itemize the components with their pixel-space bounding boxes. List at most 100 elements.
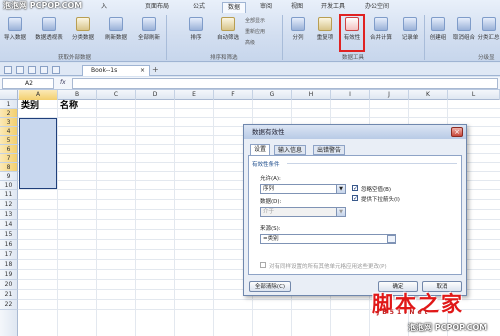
- row-header-7[interactable]: 7: [0, 154, 18, 163]
- consolidate-button[interactable]: 合并计算: [367, 16, 395, 52]
- tab-data[interactable]: 数据: [222, 2, 246, 13]
- row-header-5[interactable]: 5: [0, 136, 18, 145]
- row-header-10[interactable]: 10: [0, 181, 18, 190]
- tab-page-layout[interactable]: 页面布局: [140, 2, 174, 12]
- row-header-21[interactable]: 21: [0, 290, 18, 300]
- document-tab-bar: Book--1s × +: [0, 63, 500, 76]
- row-header-15[interactable]: 15: [0, 230, 18, 240]
- ignore-blank-checkbox[interactable]: ✓: [352, 185, 358, 192]
- advanced-filter-button[interactable]: 高级: [245, 39, 255, 46]
- row-header-19[interactable]: 19: [0, 270, 18, 280]
- range-select-icon[interactable]: [387, 235, 396, 243]
- allow-select-value: 序列: [263, 186, 275, 192]
- tab-review[interactable]: 审阅: [255, 2, 277, 12]
- pivot-table-button[interactable]: 数据透视表: [34, 16, 64, 52]
- row-header-11[interactable]: 11: [0, 190, 18, 200]
- group-button[interactable]: 创建组: [426, 16, 450, 52]
- selected-range[interactable]: [19, 118, 57, 189]
- column-header-c[interactable]: C: [97, 90, 136, 100]
- row-header-20[interactable]: 20: [0, 280, 18, 290]
- tab-error-alert[interactable]: 出错警告: [313, 145, 346, 155]
- filter-icon: [221, 17, 235, 31]
- row-header-6[interactable]: 6: [0, 145, 18, 154]
- gridline: [213, 100, 214, 336]
- tab-formulas[interactable]: 公式: [188, 2, 210, 12]
- row-header-22[interactable]: 22: [0, 300, 18, 310]
- duplicates-button[interactable]: 重复项: [312, 16, 338, 52]
- column-header-e[interactable]: E: [175, 90, 214, 100]
- source-input[interactable]: =类别: [260, 234, 396, 244]
- row-header-3[interactable]: 3: [0, 118, 18, 127]
- row-header-12[interactable]: 12: [0, 200, 18, 210]
- row-header-9[interactable]: 9: [0, 172, 18, 181]
- row-header-4[interactable]: 4: [0, 127, 18, 136]
- function-icon[interactable]: fx: [60, 79, 66, 86]
- column-header-i[interactable]: I: [331, 90, 370, 100]
- allow-select[interactable]: 序列 ▼: [260, 184, 346, 194]
- group-label-sort-filter: 排序和筛选: [210, 55, 238, 61]
- ribbon-divider: [424, 15, 425, 60]
- tab-office-space[interactable]: 办公空间: [360, 2, 394, 12]
- dropdown-checkbox[interactable]: ✓: [352, 195, 358, 202]
- tab-settings[interactable]: 设置: [250, 144, 271, 155]
- classify-data-button[interactable]: 分类数据: [68, 16, 98, 52]
- column-header-d[interactable]: D: [136, 90, 175, 100]
- new-file-icon[interactable]: [4, 66, 12, 74]
- refresh-data-button[interactable]: 刷新数据: [101, 16, 131, 52]
- row-header-18[interactable]: 18: [0, 260, 18, 270]
- data-label: 数据(D):: [260, 199, 282, 205]
- text-to-columns-button[interactable]: 分列: [286, 16, 310, 52]
- row-header-8[interactable]: 8: [0, 163, 18, 172]
- sort-button[interactable]: 排序: [184, 16, 208, 52]
- formula-input[interactable]: [72, 78, 498, 89]
- classify-icon: [76, 17, 90, 31]
- ungroup-button[interactable]: 取消组合: [452, 16, 476, 52]
- auto-filter-button[interactable]: 自动筛选: [214, 16, 242, 52]
- import-data-button[interactable]: 导入数据: [0, 16, 30, 52]
- gridline: [18, 108, 500, 109]
- column-header-g[interactable]: G: [253, 90, 292, 100]
- dialog-close-button[interactable]: ×: [451, 127, 463, 137]
- name-box[interactable]: A2: [2, 78, 54, 89]
- select-all-corner[interactable]: [0, 90, 18, 100]
- group-label-data-tools: 数据工具: [342, 55, 365, 61]
- show-all-button[interactable]: 全部显示: [245, 17, 265, 24]
- cell-b1[interactable]: 名称: [60, 98, 78, 111]
- tab-view[interactable]: 视图: [286, 2, 308, 12]
- reapply-button[interactable]: 重新应用: [245, 28, 265, 35]
- consolidate-icon: [374, 17, 388, 31]
- subtotal-button[interactable]: 分类汇总: [477, 16, 500, 52]
- column-header-j[interactable]: J: [370, 90, 409, 100]
- document-tab[interactable]: Book--1s ×: [82, 65, 150, 76]
- row-header-17[interactable]: 17: [0, 250, 18, 260]
- tab-input-message[interactable]: 输入信息: [274, 145, 307, 155]
- save-icon[interactable]: [28, 66, 36, 74]
- apply-all-checkbox[interactable]: [260, 262, 266, 268]
- row-header-13[interactable]: 13: [0, 210, 18, 220]
- row-header-filler: [0, 310, 18, 336]
- close-tab-icon[interactable]: ×: [140, 66, 145, 76]
- row-header-16[interactable]: 16: [0, 240, 18, 250]
- print-icon[interactable]: [40, 66, 48, 74]
- refresh-all-button[interactable]: 全部刷新: [134, 16, 164, 52]
- tab-developer[interactable]: 开发工具: [316, 2, 350, 12]
- column-header-h[interactable]: H: [292, 90, 331, 100]
- column-header-l[interactable]: L: [448, 90, 500, 100]
- criteria-section-label: 有效性条件: [252, 162, 280, 168]
- ribbon-divider: [282, 15, 283, 60]
- row-header-14[interactable]: 14: [0, 220, 18, 230]
- row-header-2[interactable]: 2: [0, 109, 18, 118]
- open-file-icon[interactable]: [16, 66, 24, 74]
- row-header-1[interactable]: 1: [0, 100, 18, 109]
- data-validation-button[interactable]: 有效性: [339, 14, 365, 52]
- clear-all-button[interactable]: 全部清除(C): [249, 281, 291, 292]
- record-form-button[interactable]: 记录单: [397, 16, 423, 52]
- import-icon: [8, 17, 22, 31]
- add-tab-button[interactable]: +: [152, 65, 159, 75]
- undo-icon[interactable]: [52, 66, 60, 74]
- cell-a1[interactable]: 类别: [21, 98, 39, 111]
- tab-insert[interactable]: 入: [95, 2, 113, 12]
- group-label-external-data: 获取外部数据: [58, 55, 92, 61]
- column-header-f[interactable]: F: [214, 90, 253, 100]
- column-header-k[interactable]: K: [409, 90, 448, 100]
